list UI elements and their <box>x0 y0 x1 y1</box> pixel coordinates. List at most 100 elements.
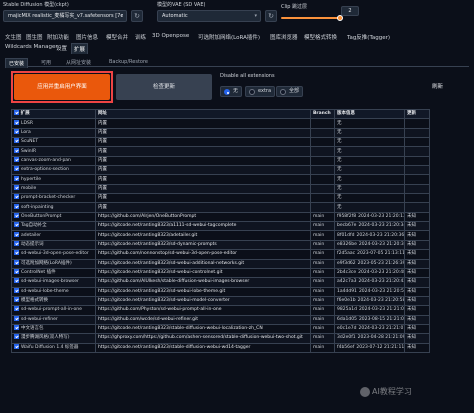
extension-checkbox[interactable] <box>14 203 19 209</box>
tab-extensions[interactable]: 扩展 <box>71 43 89 54</box>
tab-wildcards[interactable]: Wildcards Manager <box>3 43 60 51</box>
check-updates-button[interactable]: 检查更新 <box>116 74 212 100</box>
extension-cell[interactable]: sd-webui-lobe-theme <box>11 286 96 297</box>
extension-checkbox[interactable] <box>14 232 19 237</box>
refresh-icon[interactable]: ↻ <box>265 10 277 22</box>
extension-cell[interactable]: prompt-bracket-checker <box>11 193 96 204</box>
subtab-install-from-url[interactable]: 从网址安装 <box>63 58 94 67</box>
tab-merge[interactable]: 模型合并 <box>104 32 130 42</box>
extension-cell[interactable]: LDSR <box>11 118 96 129</box>
tab-img2img[interactable]: 图生图 <box>24 32 45 42</box>
tab-additional-networks[interactable]: 可选附加网络(LoRA插件) <box>196 32 262 42</box>
refresh-icon[interactable]: ↻ <box>131 10 143 22</box>
extension-checkbox[interactable] <box>14 269 19 275</box>
extension-url[interactable]: https://gitcode.net/ranting8323/a1111-sd… <box>95 221 311 232</box>
tab-extras[interactable]: 附加功能 <box>45 32 71 42</box>
apply-and-restart-button[interactable]: 应用并重启用户界面 <box>14 74 110 100</box>
extension-url[interactable]: https://github.com/wcde/sd-webui-refiner… <box>95 314 311 325</box>
col-header-extension[interactable]: 扩展 <box>11 108 96 120</box>
extension-url[interactable]: https://gitcode.net/ranting8323/stable-d… <box>95 323 311 335</box>
extension-cell[interactable]: ScuNET <box>11 137 96 148</box>
extension-cell[interactable]: OneButtonPrompt <box>11 211 96 223</box>
extension-checkbox[interactable] <box>14 166 19 172</box>
tab-txt2img[interactable]: 文生图 <box>3 32 24 42</box>
extension-cell[interactable]: soft-inpainting <box>11 202 96 213</box>
extension-checkbox[interactable] <box>14 222 19 228</box>
extension-update-status: 未知 <box>404 314 430 325</box>
extension-url[interactable]: https://github.com/AlUlkesh/stable-diffu… <box>95 277 311 288</box>
extension-cell[interactable]: sd-webui-images-browser <box>11 277 96 288</box>
select-all-checkbox[interactable] <box>14 110 19 116</box>
extension-checkbox[interactable] <box>14 278 19 284</box>
tab-model-converter[interactable]: 模型格式转换 <box>302 32 339 42</box>
extension-checkbox[interactable] <box>14 344 19 349</box>
extension-cell[interactable]: mobile <box>11 183 96 195</box>
radio-all[interactable]: 全部 <box>276 86 304 97</box>
subtab-installed[interactable]: 已安装 <box>5 58 29 68</box>
extension-cell[interactable]: 可选附加网络(LoRA插件) <box>11 258 96 269</box>
tab-png-info[interactable]: 图片信息 <box>74 32 100 42</box>
extension-checkbox[interactable] <box>14 288 19 293</box>
extension-url[interactable]: https://gitcode.net/ranting8323/stable-d… <box>95 342 311 353</box>
extension-checkbox[interactable] <box>14 316 19 321</box>
extension-checkbox[interactable] <box>14 260 19 265</box>
tab-tagger[interactable]: Tag反推(Tagger) <box>345 32 392 42</box>
extension-checkbox[interactable] <box>14 334 19 340</box>
extension-checkbox[interactable] <box>14 185 19 190</box>
subtab-available[interactable]: 可用 <box>38 58 54 67</box>
extension-update-status: 未知 <box>404 239 430 251</box>
extension-cell[interactable]: ControlNet 插件 <box>11 267 96 279</box>
extension-checkbox[interactable] <box>14 194 19 200</box>
extension-cell[interactable]: 动态提示词 <box>11 239 96 251</box>
extension-name: adetailer <box>21 232 42 238</box>
extension-cell[interactable]: hypertile <box>11 174 96 185</box>
refresh-button[interactable]: 刷新 <box>432 82 443 90</box>
extension-cell[interactable]: SwinIR <box>11 146 96 157</box>
extension-url[interactable]: https://gitcode.net/ranting8323/sd-webui… <box>95 258 311 269</box>
tab-settings[interactable]: 设置 <box>54 43 69 53</box>
extension-url[interactable]: https://github.com/nonnonstop/sd-webui-3… <box>95 249 311 260</box>
extension-checkbox[interactable] <box>14 213 19 218</box>
extension-cell[interactable]: sd-webui-3d-open-pose-editor <box>11 249 96 260</box>
extension-cell[interactable]: sd-webui-refiner <box>11 314 96 325</box>
extension-checkbox[interactable] <box>14 175 19 181</box>
extension-checkbox[interactable] <box>14 250 19 256</box>
clip-number-input[interactable]: 2 <box>341 6 359 16</box>
extension-cell[interactable]: Waifu Diffusion 1.4 标签器 <box>11 342 96 353</box>
extension-cell[interactable]: 漫步腾湖风格(双人特写) <box>11 333 96 344</box>
extension-url[interactable]: https://gitcode.net/ranting8323/sd-webui… <box>95 267 311 279</box>
checkpoint-select[interactable]: majicMIX realistic_麦橘写实_v7.safetensors [… <box>3 10 127 22</box>
extension-checkbox[interactable] <box>14 306 19 312</box>
extension-url[interactable]: https://ghproxy.com/https://github.com/a… <box>95 333 311 344</box>
extension-checkbox[interactable] <box>14 129 19 134</box>
extension-url[interactable]: https://gitcode.net/ranting8323/sd-dynam… <box>95 239 311 251</box>
extension-checkbox[interactable] <box>14 297 19 303</box>
extension-url[interactable]: https://github.com/AIrjen/OneButtonPromp… <box>95 211 311 223</box>
subtab-backup-restore[interactable]: Backup/Restore <box>106 58 151 66</box>
tab-openpose[interactable]: 3D Openpose <box>150 32 191 40</box>
radio-extra[interactable]: extra <box>245 86 276 97</box>
tab-train[interactable]: 训练 <box>133 32 148 42</box>
extension-checkbox[interactable] <box>14 147 19 153</box>
extension-cell[interactable]: Tag自动补全 <box>11 221 96 232</box>
extension-cell[interactable]: 中文语言包 <box>11 323 96 335</box>
extension-url[interactable]: https://gitcode.net/ranting8323/sd-webui… <box>95 286 311 297</box>
vae-select[interactable]: Automatic ▾ <box>157 10 261 22</box>
tab-image-browser[interactable]: 图库浏览器 <box>268 32 300 42</box>
radio-none[interactable]: 无 <box>220 86 243 97</box>
extension-checkbox[interactable] <box>14 241 19 246</box>
extension-url[interactable]: https://github.com/Physton/sd-webui-prom… <box>95 305 311 316</box>
extension-checkbox[interactable] <box>14 119 19 125</box>
extension-checkbox[interactable] <box>14 138 19 144</box>
extension-url[interactable]: https://gitcode.net/ranting8323/adetaile… <box>95 230 311 241</box>
extension-checkbox[interactable] <box>14 325 19 331</box>
extension-cell[interactable]: adetailer <box>11 230 96 241</box>
extension-cell[interactable]: Lora <box>11 127 96 139</box>
extension-cell[interactable]: canvas-zoom-and-pan <box>11 155 96 167</box>
extension-cell[interactable]: 模型格式转换 <box>11 295 96 307</box>
extension-cell[interactable]: sd-webui-prompt-all-in-one <box>11 305 96 316</box>
extension-checkbox[interactable] <box>14 157 19 162</box>
extension-url[interactable]: https://gitcode.net/ranting8323/sd-webui… <box>95 295 311 307</box>
clip-slider[interactable] <box>281 15 343 21</box>
extension-cell[interactable]: extra-options-section <box>11 165 96 176</box>
